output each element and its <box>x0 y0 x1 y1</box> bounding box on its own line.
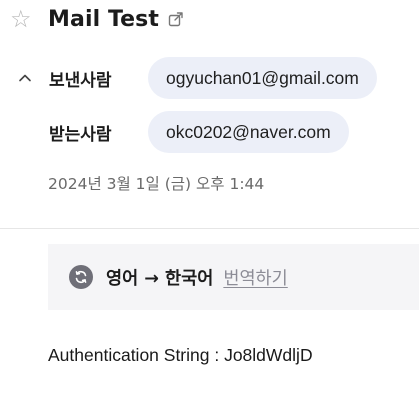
translate-direction: 영어 → 한국어 <box>106 268 214 289</box>
recipient-address-chip[interactable]: okc0202@naver.com <box>148 111 349 153</box>
mail-subject: Mail Test <box>48 6 159 32</box>
translate-icon <box>69 265 93 289</box>
sender-address-chip[interactable]: ogyuchan01@gmail.com <box>148 57 377 99</box>
sender-label: 보낸사람 <box>49 70 112 91</box>
mail-body: Authentication String : Jo8ldWdljD <box>48 345 313 365</box>
header-divider <box>0 228 419 229</box>
recipient-label: 받는사람 <box>49 124 112 145</box>
translate-link[interactable]: 번역하기 <box>223 265 287 290</box>
star-icon[interactable]: ☆ <box>0 7 34 31</box>
popout-icon[interactable] <box>168 11 184 27</box>
mail-view: ☆ Mail Test 보낸사람 ogyuchan01@gmail.com 받는… <box>0 0 419 404</box>
subject-row: ☆ Mail Test <box>0 2 184 36</box>
chevron-up-icon[interactable] <box>16 69 34 87</box>
translate-bar: 영어 → 한국어 번역하기 <box>48 244 419 310</box>
mail-date: 2024년 3월 1일 (금) 오후 1:44 <box>48 175 265 193</box>
